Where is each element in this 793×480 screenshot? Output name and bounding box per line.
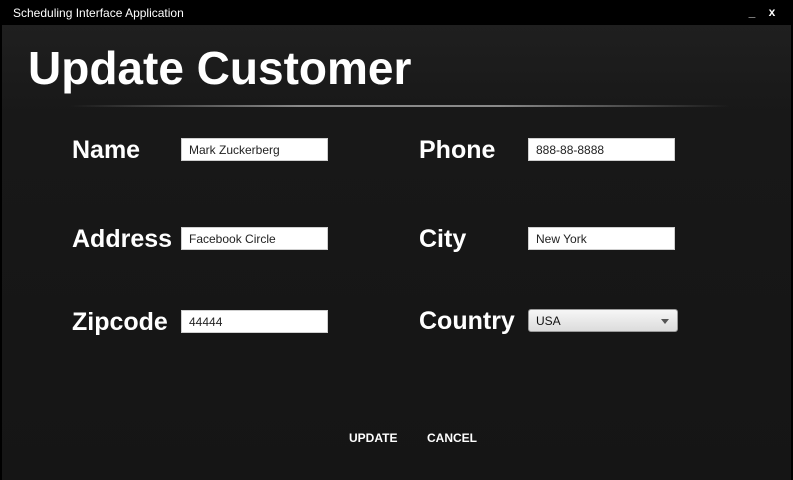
title-bar[interactable]: Scheduling Interface Application _ x [0, 0, 793, 25]
zipcode-field[interactable] [181, 310, 328, 333]
country-label: Country [419, 307, 515, 335]
page-title: Update Customer [28, 42, 412, 94]
address-label: Address [72, 225, 173, 253]
name-field[interactable] [181, 138, 328, 161]
app-window: Scheduling Interface Application _ x Upd… [0, 0, 793, 480]
main-content: Update Customer Name Phone Address City … [2, 25, 791, 480]
phone-field[interactable] [528, 138, 675, 161]
country-select[interactable]: USA [528, 309, 678, 332]
zipcode-label: Zipcode [72, 308, 168, 336]
title-divider [70, 105, 730, 107]
close-button[interactable]: x [762, 4, 782, 22]
country-selected-value: USA [536, 314, 561, 328]
minimize-button[interactable]: _ [742, 4, 762, 22]
phone-label: Phone [419, 136, 496, 164]
name-label: Name [72, 136, 141, 164]
city-label: City [419, 225, 467, 253]
address-field[interactable] [181, 227, 328, 250]
update-button[interactable]: UPDATE [349, 431, 397, 445]
cancel-button[interactable]: CANCEL [427, 431, 477, 445]
chevron-down-icon [661, 319, 669, 324]
window-title: Scheduling Interface Application [13, 6, 184, 20]
city-field[interactable] [528, 227, 675, 250]
